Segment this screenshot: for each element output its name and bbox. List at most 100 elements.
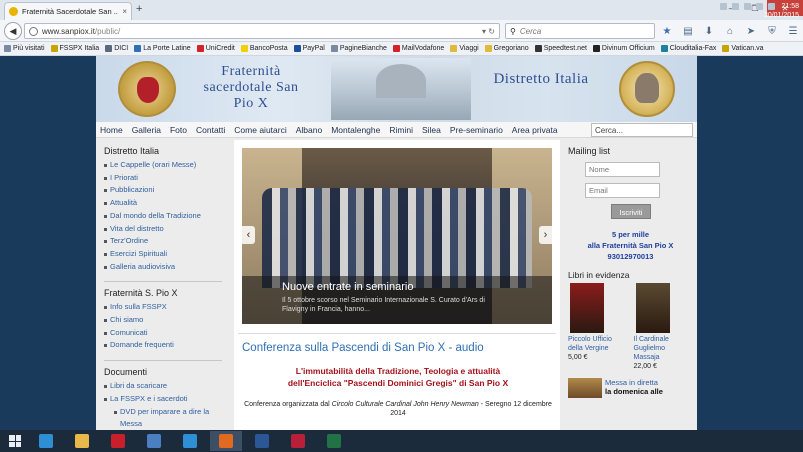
- bullet-icon: [104, 306, 107, 310]
- tab-close-icon[interactable]: ×: [122, 7, 127, 16]
- sidebar-link[interactable]: Galleria audiovisiva: [104, 261, 222, 274]
- taskbar-app-firefox[interactable]: [210, 431, 242, 451]
- menu-icon[interactable]: ☰: [786, 24, 800, 38]
- sidebar-sublink[interactable]: DVD per imparare a dire la Messa: [104, 406, 222, 430]
- menu-item-montalenghe[interactable]: Montalenghe: [331, 125, 380, 135]
- site-search-input[interactable]: [591, 123, 693, 137]
- email-field[interactable]: [585, 183, 660, 198]
- sidebar-link[interactable]: Pubblicazioni: [104, 184, 222, 197]
- bookmark-item[interactable]: Vatican.va: [722, 45, 764, 52]
- slider-next-icon[interactable]: ›: [539, 226, 552, 244]
- sidebar-link[interactable]: I Priorati: [104, 172, 222, 185]
- send-icon[interactable]: ➤: [744, 24, 758, 38]
- sidebar-link[interactable]: Info sulla FSSPX: [104, 301, 222, 314]
- article-title-link[interactable]: Conferenza sulla Pascendi di San Pio X -…: [242, 342, 554, 354]
- book-cover[interactable]: [635, 283, 670, 333]
- sidebar-link[interactable]: Esercizi Spirituali: [104, 248, 222, 261]
- tray-network-icon[interactable]: [744, 3, 751, 10]
- url-text[interactable]: www.sanpiox.it/public/: [42, 27, 478, 36]
- sidebar-link[interactable]: Terz'Ordine: [104, 235, 222, 248]
- name-field[interactable]: [585, 162, 660, 177]
- bookmark-item[interactable]: PayPal: [293, 45, 325, 52]
- start-button[interactable]: [0, 430, 30, 452]
- sidebar-link[interactable]: Dal mondo della Tradizione: [104, 210, 222, 223]
- tray-volume-icon[interactable]: [756, 3, 763, 10]
- browser-search-box[interactable]: ⚲ Cerca: [505, 23, 655, 39]
- browser-tab[interactable]: Fraternità Sacerdotale San ... ×: [4, 2, 132, 20]
- bookmark-icon: [196, 45, 204, 52]
- mass-thumbnail[interactable]: [568, 378, 602, 398]
- reading-list-icon[interactable]: ▤: [681, 24, 695, 38]
- bookmark-item[interactable]: DICI: [105, 45, 128, 52]
- bookmark-item[interactable]: PagineBianche: [330, 45, 387, 52]
- sidebar-link[interactable]: Domande frequenti: [104, 339, 222, 352]
- sidebar-link[interactable]: Chi siamo: [104, 314, 222, 327]
- menu-item-area-privata[interactable]: Area privata: [512, 125, 558, 135]
- reload-icon[interactable]: ▾ ↻: [482, 27, 495, 36]
- bookmark-item[interactable]: BancoPosta: [240, 45, 288, 52]
- sidebar-link[interactable]: Libri da scaricare: [104, 380, 222, 393]
- shield-icon[interactable]: ⛨: [765, 24, 779, 38]
- fraternity-seal-logo[interactable]: [118, 61, 176, 117]
- bookmark-item[interactable]: Gregoriano: [484, 45, 529, 52]
- tray-arrow-icon[interactable]: [720, 3, 727, 10]
- taskbar-app-internet-explorer[interactable]: [174, 431, 206, 451]
- file-explorer-icon: [75, 434, 89, 448]
- sidebar-link[interactable]: La FSSPX e i sacerdoti: [104, 393, 222, 406]
- download-icon[interactable]: ⬇: [702, 24, 716, 38]
- bookmark-item[interactable]: Viaggi: [450, 45, 479, 52]
- book-cover[interactable]: [570, 283, 604, 333]
- clock-date: 30/01/2015: [763, 12, 799, 19]
- taskbar-app-acrobat-pro[interactable]: [282, 431, 314, 451]
- slide-title[interactable]: Nuove entrate in seminario: [282, 281, 512, 293]
- bookmark-item[interactable]: FSSPX Italia: [50, 45, 99, 52]
- bookmark-item[interactable]: Speedtest.net: [534, 45, 587, 52]
- book-title[interactable]: Il Cardinale Guglielmo Massaja: [634, 335, 694, 362]
- bookmark-icon: [4, 45, 11, 52]
- bookmark-item[interactable]: Divinum Officium: [592, 45, 655, 52]
- subscribe-button[interactable]: Iscriviti: [611, 204, 651, 219]
- news-slider[interactable]: Nuove entrate in seminario Il 5 ottobre …: [242, 148, 552, 324]
- menu-item-pre-seminario[interactable]: Pre-seminario: [450, 125, 503, 135]
- bookmark-item[interactable]: La Porte Latine: [134, 45, 191, 52]
- sidebar-link[interactable]: Attualità: [104, 197, 222, 210]
- taskbar-app-word[interactable]: [246, 431, 278, 451]
- menu-item-come-aiutarci[interactable]: Come aiutarci: [234, 125, 286, 135]
- bookmark-item[interactable]: UniCredit: [196, 45, 235, 52]
- bookmark-item[interactable]: Più visitati: [4, 45, 45, 52]
- left-sidebar: Distretto Italia Le Cappelle (orari Mess…: [96, 140, 230, 430]
- bookmark-star-icon[interactable]: ★: [660, 24, 674, 38]
- taskbar-app-thunderbird[interactable]: [138, 431, 170, 451]
- new-tab-button[interactable]: +: [136, 3, 142, 15]
- menu-item-silea[interactable]: Silea: [422, 125, 441, 135]
- book-title[interactable]: Piccolo Ufficio della Vergine: [568, 335, 628, 353]
- sidebar-link[interactable]: Vita del distretto: [104, 223, 222, 236]
- sidebar-link[interactable]: Le Cappelle (orari Messe): [104, 159, 222, 172]
- taskbar-app-file-explorer[interactable]: [66, 431, 98, 451]
- menu-item-albano[interactable]: Albano: [296, 125, 322, 135]
- menu-item-rimini[interactable]: Rimini: [389, 125, 413, 135]
- back-button[interactable]: ◀: [4, 22, 22, 40]
- address-bar[interactable]: www.sanpiox.it/public/ ▾ ↻: [24, 23, 500, 39]
- book-item[interactable]: Piccolo Ufficio della Vergine 5,00 €: [568, 283, 628, 372]
- home-icon[interactable]: ⌂: [723, 24, 737, 38]
- taskbar-app-pin-app[interactable]: [30, 431, 62, 451]
- sidebar-link[interactable]: Comunicati: [104, 327, 222, 340]
- menu-item-galleria[interactable]: Galleria: [132, 125, 161, 135]
- live-mass-box[interactable]: Messa in diretta la domenica alle: [568, 378, 693, 398]
- menu-item-home[interactable]: Home: [100, 125, 123, 135]
- live-mass-link[interactable]: Messa in diretta: [605, 378, 663, 387]
- slider-prev-icon[interactable]: ‹: [242, 226, 255, 244]
- taskbar-app-excel[interactable]: [318, 431, 350, 451]
- bookmark-icon: [330, 45, 338, 52]
- menu-item-foto[interactable]: Foto: [170, 125, 187, 135]
- tray-chrome-icon[interactable]: [732, 3, 739, 10]
- sidebar-link-label: Pubblicazioni: [110, 185, 155, 195]
- bookmark-item[interactable]: MailVodafone: [392, 45, 444, 52]
- five-per-mille-box[interactable]: 5 per mille alla Fraternità San Pio X 93…: [568, 229, 693, 262]
- bookmark-item[interactable]: Clouditalia-Fax: [660, 45, 716, 52]
- taskbar-clock[interactable]: 21:58 30/01/2015: [764, 2, 799, 20]
- book-item[interactable]: Il Cardinale Guglielmo Massaja 22,00 €: [634, 283, 694, 372]
- taskbar-app-acrobat[interactable]: [102, 431, 134, 451]
- menu-item-contatti[interactable]: Contatti: [196, 125, 225, 135]
